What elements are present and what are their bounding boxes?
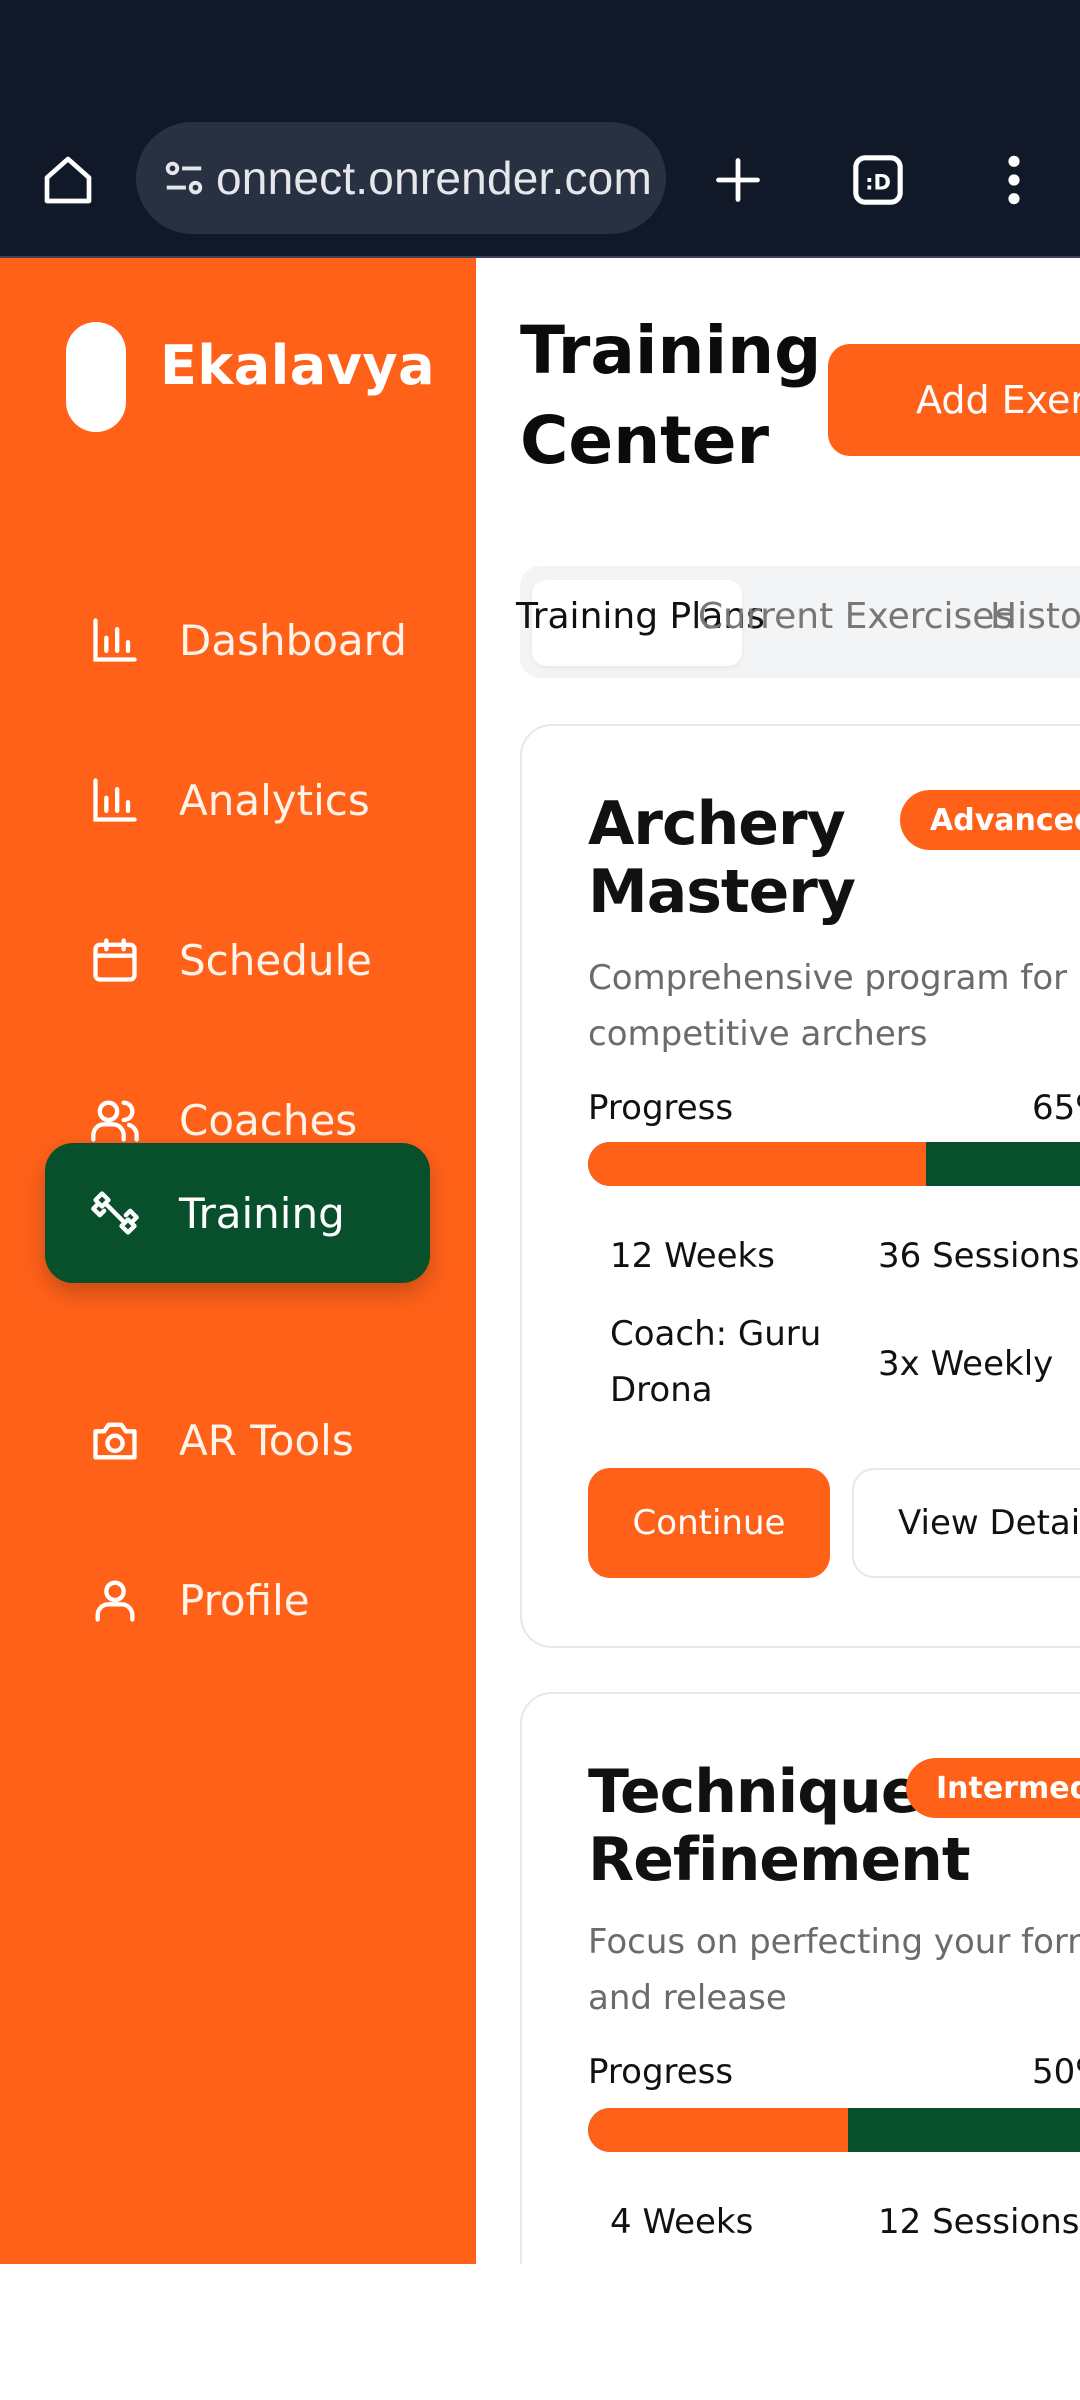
bar-chart-icon xyxy=(85,610,145,670)
plan-duration: 12 Weeks xyxy=(610,1236,775,1276)
sidebar-item-dashboard[interactable]: Dashboard xyxy=(45,570,430,710)
plan-description: Focus on perfecting your form and releas… xyxy=(588,1922,1080,2018)
more-menu-icon[interactable] xyxy=(982,148,1046,212)
training-plan-card: Archery Mastery Advanced Comprehensive p… xyxy=(520,724,1080,1648)
tab-switcher-label: :D xyxy=(865,170,891,194)
plan-frequency: 3x Weekly xyxy=(878,1344,1054,1384)
site-settings-icon[interactable] xyxy=(154,148,214,208)
app-logo xyxy=(66,322,126,432)
sidebar-item-label: Training xyxy=(179,1188,345,1238)
plan-description: Comprehensive program for competitive ar… xyxy=(588,958,1068,1054)
sidebar-item-profile[interactable]: Profile xyxy=(45,1530,430,1670)
sidebar-item-schedule[interactable]: Schedule xyxy=(45,890,430,1030)
plan-coach: Coach: Guru Drona xyxy=(610,1314,822,1410)
sidebar-item-label: Coaches xyxy=(179,1095,358,1145)
users-icon xyxy=(85,1090,145,1150)
calendar-icon xyxy=(85,930,145,990)
sidebar-item-label: Dashboard xyxy=(179,615,407,665)
sidebar-item-label: Analytics xyxy=(179,775,370,825)
sidebar-item-analytics[interactable]: Analytics xyxy=(45,730,430,870)
sidebar-item-label: Profile xyxy=(179,1575,310,1625)
sidebar: Ekalavya Dashboard Analytics Schedule Co… xyxy=(0,258,476,2264)
progress-bar xyxy=(588,1142,1080,1186)
progress-value: 50% xyxy=(1032,2052,1080,2092)
add-exercise-button[interactable]: Add Exercise xyxy=(828,344,1080,456)
plan-sessions: 36 Sessions xyxy=(878,1236,1080,1276)
tab-current-exercises[interactable]: Current Exercises xyxy=(698,596,1013,637)
page-title: Training Center xyxy=(520,312,822,479)
home-icon[interactable] xyxy=(36,148,100,212)
level-badge: Advanced xyxy=(900,790,1080,850)
progress-bar xyxy=(588,2108,1080,2152)
camera-icon xyxy=(85,1410,145,1470)
address-bar[interactable]: onnect.onrender.com xyxy=(136,122,666,234)
sidebar-item-ar-tools[interactable]: AR Tools xyxy=(45,1370,430,1510)
plan-duration: 4 Weeks xyxy=(610,2202,754,2242)
url-text: onnect.onrender.com xyxy=(216,152,652,204)
plan-sessions: 12 Sessions xyxy=(878,2202,1080,2242)
user-icon xyxy=(85,1570,145,1630)
sidebar-item-label: Schedule xyxy=(179,935,372,985)
new-tab-icon[interactable] xyxy=(706,148,770,212)
sidebar-item-label: AR Tools xyxy=(179,1415,354,1465)
brand-name: Ekalavya xyxy=(160,334,436,397)
tab-bar: Training Plans Current Exercises History xyxy=(516,566,1080,678)
progress-label: Progress xyxy=(588,2052,734,2092)
level-badge: Intermediate xyxy=(906,1758,1080,1818)
bar-chart-icon xyxy=(85,770,145,830)
training-plan-card: Technique Refinement Intermediate Focus … xyxy=(520,1692,1080,2264)
browser-toolbar: onnect.onrender.com :D xyxy=(0,0,1080,258)
dumbbell-icon xyxy=(85,1183,145,1243)
progress-bar-fill xyxy=(588,1142,926,1186)
progress-value: 65% xyxy=(1032,1088,1080,1128)
tab-switcher-icon[interactable]: :D xyxy=(846,148,910,212)
main-content: Training Center Add Exercise Training Pl… xyxy=(476,258,1080,2264)
plan-title: Archery Mastery xyxy=(588,789,856,927)
continue-button[interactable]: Continue xyxy=(588,1468,830,1578)
progress-label: Progress xyxy=(588,1088,734,1128)
progress-bar-fill xyxy=(588,2108,848,2152)
view-details-button[interactable]: View Details xyxy=(852,1468,1080,1578)
sidebar-item-training[interactable]: Training xyxy=(45,1143,430,1283)
tab-history[interactable]: History xyxy=(990,596,1080,637)
